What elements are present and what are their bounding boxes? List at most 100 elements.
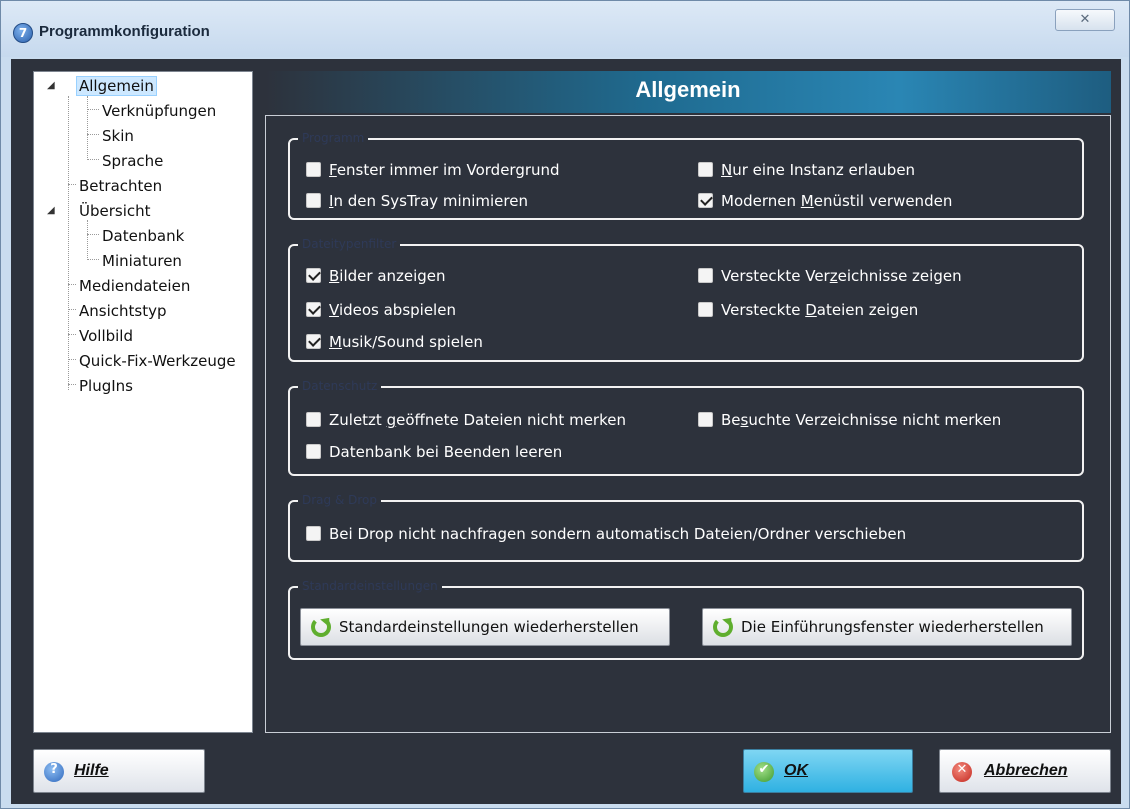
checkbox-box[interactable] <box>306 412 321 427</box>
tree-item-label: Betrachten <box>79 177 163 195</box>
checkbox-fenster-vordergrund[interactable]: Fenster immer im Vordergrund <box>306 161 560 183</box>
tree-item-vollbild[interactable]: Vollbild <box>76 325 136 347</box>
tree-item-ansichtstyp[interactable]: Ansichtstyp <box>76 300 169 322</box>
button-label: OK <box>784 762 808 779</box>
group-legend: Drag & Drop <box>298 493 381 507</box>
tree-item-plugins[interactable]: PlugIns <box>76 375 136 397</box>
checkbox-box[interactable] <box>698 412 713 427</box>
checkbox-systray[interactable]: In den SysTray minimieren <box>306 192 528 214</box>
button-label: Standardeinstellungen wiederherstellen <box>339 618 639 636</box>
tree-connector-line <box>87 109 99 110</box>
window-title: Programmkonfiguration <box>39 23 210 40</box>
expand-arrow-icon[interactable]: ◢ <box>47 75 55 97</box>
tree-item-verknuepfungen[interactable]: Verknüpfungen <box>99 100 219 122</box>
restore-intro-windows-button[interactable]: Die Einführungsfenster wiederherstellen <box>702 608 1072 646</box>
checkbox-versteckte-verzeichnisse[interactable]: Versteckte Verzeichnisse zeigen <box>698 267 962 289</box>
expand-arrow-icon[interactable]: ◢ <box>47 200 55 222</box>
checkbox-besuchte-verzeichnisse[interactable]: Besuchte Verzeichnisse nicht merken <box>698 411 1001 433</box>
config-window: 7 Programmkonfiguration ✕ ◢ Allgemein Ve… <box>0 0 1130 809</box>
checkbox-datenbank-leeren[interactable]: Datenbank bei Beenden leeren <box>306 443 562 465</box>
tree-connector-line <box>87 96 88 158</box>
tree-item-label: Skin <box>102 127 134 145</box>
tree-item-label: Ansichtstyp <box>79 302 167 320</box>
tree-item-datenbank[interactable]: Datenbank <box>99 225 187 247</box>
tree-connector-line <box>68 334 76 335</box>
checkbox-box[interactable] <box>698 302 713 317</box>
tree-item-skin[interactable]: Skin <box>99 125 137 147</box>
checkbox-label: Datenbank bei Beenden leeren <box>329 443 563 461</box>
group-standardeinstellungen: Standardeinstellungen Standardeinstellun… <box>288 579 1084 660</box>
help-button[interactable]: ? Hilfe <box>33 749 205 793</box>
checkbox-videos[interactable]: Videos abspielen <box>306 301 456 323</box>
tree-item-uebersicht[interactable]: Übersicht <box>76 200 154 222</box>
group-programm: Programm Fenster immer im Vordergrund In… <box>288 131 1084 220</box>
checkbox-moderner-menustil[interactable]: Modernen Menüstil verwenden <box>698 192 952 214</box>
checkbox-label: Be <box>721 411 741 429</box>
checkbox-label: Zuletzt <box>329 411 387 429</box>
tree-item-label: PlugIns <box>79 377 133 395</box>
checkbox-versteckte-dateien[interactable]: Versteckte Dateien zeigen <box>698 301 918 323</box>
tree-item-label: Vollbild <box>79 327 133 345</box>
group-legend: Dateitypenfilter <box>298 237 401 251</box>
button-label: Die Einführungsfenster wiederherstellen <box>741 618 1044 636</box>
tree-connector-line <box>87 134 99 135</box>
checkbox-box[interactable] <box>306 162 321 177</box>
help-icon: ? <box>44 762 64 782</box>
tree-connector-line <box>68 284 76 285</box>
checkbox-zuletzt-geoeffnet[interactable]: Zuletzt geöffnete Dateien nicht merken <box>306 411 626 433</box>
checkbox-box[interactable] <box>698 268 713 283</box>
tree-connector-line <box>68 384 76 385</box>
tree-item-quick-fix-werkzeuge[interactable]: Quick-Fix-Werkzeuge <box>76 350 239 372</box>
checkbox-drop-nicht-nachfragen[interactable]: Bei Drop nicht nachfragen sondern automa… <box>306 525 906 547</box>
section-header: Allgemein <box>265 71 1111 113</box>
checkbox-label: ur eine Instanz erlauben <box>732 161 916 179</box>
tree-item-sprache[interactable]: Sprache <box>99 150 166 172</box>
tree-connector-line <box>87 234 99 235</box>
accelerator-key: F <box>329 161 337 179</box>
group-drag-drop: Drag & Drop Bei Drop nicht nachfragen so… <box>288 493 1084 562</box>
tree-item-miniaturen[interactable]: Miniaturen <box>99 250 185 272</box>
accelerator-key: V <box>329 301 339 319</box>
checkbox-label: Modernen <box>721 192 801 210</box>
checkbox-box[interactable] <box>306 444 321 459</box>
close-button[interactable]: ✕ <box>1055 9 1115 31</box>
button-label: Hilfe <box>74 762 109 779</box>
section-title: Allgemein <box>635 77 741 102</box>
accelerator-key: g <box>386 411 397 429</box>
refresh-icon <box>713 617 733 637</box>
group-legend: Standardeinstellungen <box>298 579 442 593</box>
tree-item-allgemein[interactable]: Allgemein <box>76 75 157 97</box>
checkbox-box[interactable] <box>306 526 321 541</box>
accelerator-key: z <box>829 267 838 285</box>
settings-tree: ◢ Allgemein Verknüpfungen Skin Sprache B… <box>33 71 253 733</box>
checkbox-box[interactable] <box>698 193 713 208</box>
tree-item-label: Übersicht <box>79 202 151 220</box>
tree-item-betrachten[interactable]: Betrachten <box>76 175 165 197</box>
tree-item-label: Datenbank <box>102 227 185 245</box>
checkbox-label: ilder anzeigen <box>339 267 446 285</box>
tree-connector-line <box>68 309 76 310</box>
checkbox-box[interactable] <box>698 162 713 177</box>
cancel-button[interactable]: ✕ Abbrechen <box>939 749 1111 793</box>
checkbox-label: n den SysTray minimieren <box>333 192 528 210</box>
checkbox-eine-instanz[interactable]: Nur eine Instanz erlauben <box>698 161 915 183</box>
button-label: Abbrechen <box>984 762 1068 779</box>
checkbox-musik[interactable]: Musik/Sound spielen <box>306 333 483 355</box>
tree-item-mediendateien[interactable]: Mediendateien <box>76 275 193 297</box>
checkbox-box[interactable] <box>306 334 321 349</box>
checkbox-box[interactable] <box>306 302 321 317</box>
accelerator-key: M <box>329 333 342 351</box>
tree-connector-line <box>68 96 69 390</box>
ok-button[interactable]: ✔ OK <box>743 749 913 793</box>
checkbox-bilder[interactable]: Bilder anzeigen <box>306 267 446 289</box>
checkbox-label: Versteckte <box>721 301 806 319</box>
checkbox-box[interactable] <box>306 193 321 208</box>
checkbox-label: enüstil verwenden <box>813 192 953 210</box>
checkbox-box[interactable] <box>306 268 321 283</box>
restore-defaults-button[interactable]: Standardeinstellungen wiederherstellen <box>300 608 670 646</box>
checkbox-label: enster immer im Vordergrund <box>336 161 560 179</box>
checkbox-label: Versteckte Ver <box>721 267 830 285</box>
accelerator-key: D <box>805 301 817 319</box>
tree-item-label: Verknüpfungen <box>102 102 217 120</box>
title-bar: 7 Programmkonfiguration ✕ <box>1 1 1129 57</box>
